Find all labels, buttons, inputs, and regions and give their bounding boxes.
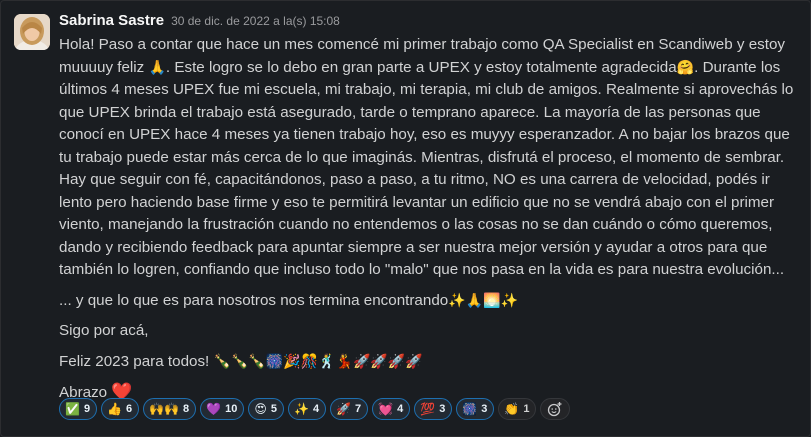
reaction-count: 4: [397, 403, 404, 415]
reaction-count: 9: [83, 403, 91, 415]
reaction-pill[interactable]: 🚀 7: [330, 398, 369, 420]
message-text: . Durante los últimos 4 meses UPEX fue m…: [59, 58, 794, 279]
reactions-bar: ✅ 9 👍 6 🙌🙌 8 💜 10 😍 5 ✨ 4 🚀 7 💓 4 💯 3 🎆 3 👏 1: [59, 398, 571, 420]
celebration-emoji: 🍾🍾🍾🎆🎉🎊🕺💃🚀🚀🚀🚀: [213, 353, 423, 370]
raised-hands-icon: 🙌🙌: [149, 402, 180, 416]
add-reaction-icon: [548, 402, 562, 417]
reaction-pill[interactable]: 🎆 3: [456, 398, 495, 420]
purple-heart-icon: 💜: [206, 402, 222, 416]
reaction-pill[interactable]: 🙌🙌 8: [143, 398, 197, 420]
message-header: Sabrina Sastre 30 de dic. de 2022 a la(s…: [59, 12, 340, 34]
check-emoji-icon: ✅: [65, 402, 80, 416]
message-paragraph: Hola! Paso a contar que hace un mes come…: [59, 34, 797, 282]
add-reaction-button[interactable]: [540, 398, 571, 420]
sparkling-heart-icon: 💓: [378, 402, 394, 416]
fireworks-icon: 🎆: [462, 402, 478, 416]
reaction-pill[interactable]: ✅ 9: [59, 398, 98, 420]
reaction-count: 7: [355, 403, 362, 415]
rocket-icon: 🚀: [336, 402, 352, 416]
sparkles-emoji: ✨🙏🌅✨: [448, 292, 518, 309]
heart-eyes-icon: 😍: [254, 402, 267, 416]
reaction-count: 3: [481, 403, 488, 415]
message-text: Feliz 2023 para todos!: [59, 352, 214, 370]
reaction-pill[interactable]: 💯 3: [414, 398, 453, 420]
author-name[interactable]: Sabrina Sastre: [59, 12, 164, 29]
message-paragraph: Sigo por acá,: [59, 322, 149, 339]
reaction-pill[interactable]: 😍 5: [248, 398, 285, 420]
avatar-image: [14, 14, 50, 50]
reaction-count: 3: [439, 403, 446, 415]
reaction-count: 4: [312, 403, 320, 415]
reaction-count: 8: [183, 403, 190, 415]
message-body: Hola! Paso a contar que hace un mes come…: [59, 34, 799, 405]
message-timestamp[interactable]: 30 de dic. de 2022 a la(s) 15:08: [171, 14, 340, 28]
reaction-pill[interactable]: 👍 6: [101, 398, 140, 420]
thumbs-up-icon: 👍: [107, 402, 123, 416]
reaction-count: 1: [523, 403, 530, 415]
clapping-hands-icon: 👏: [504, 402, 520, 416]
avatar[interactable]: [14, 14, 50, 50]
message-paragraph: Feliz 2023 para todos! 🍾🍾🍾🎆🎉🎊🕺💃🚀🚀🚀🚀: [59, 351, 799, 374]
pray-emoji: 🙏: [148, 59, 166, 76]
hundred-points-icon: 💯: [420, 402, 436, 416]
reaction-count: 10: [225, 403, 238, 415]
reaction-count: 6: [126, 403, 133, 415]
sparkles-icon: ✨: [294, 402, 309, 416]
reaction-pill[interactable]: 💓 4: [372, 398, 411, 420]
reaction-pill[interactable]: 👏 1: [498, 398, 537, 420]
message-text: ... y que lo que es para nosotros nos te…: [59, 291, 449, 309]
reaction-count: 5: [270, 403, 278, 415]
reaction-pill[interactable]: 💜 10: [200, 398, 245, 420]
hug-emoji: 🤗: [676, 59, 695, 76]
message-text: . Este logro se lo debo en gran parte a …: [165, 58, 677, 76]
message-paragraph: ... y que lo que es para nosotros nos te…: [59, 290, 799, 313]
reaction-pill[interactable]: ✨ 4: [288, 398, 327, 420]
